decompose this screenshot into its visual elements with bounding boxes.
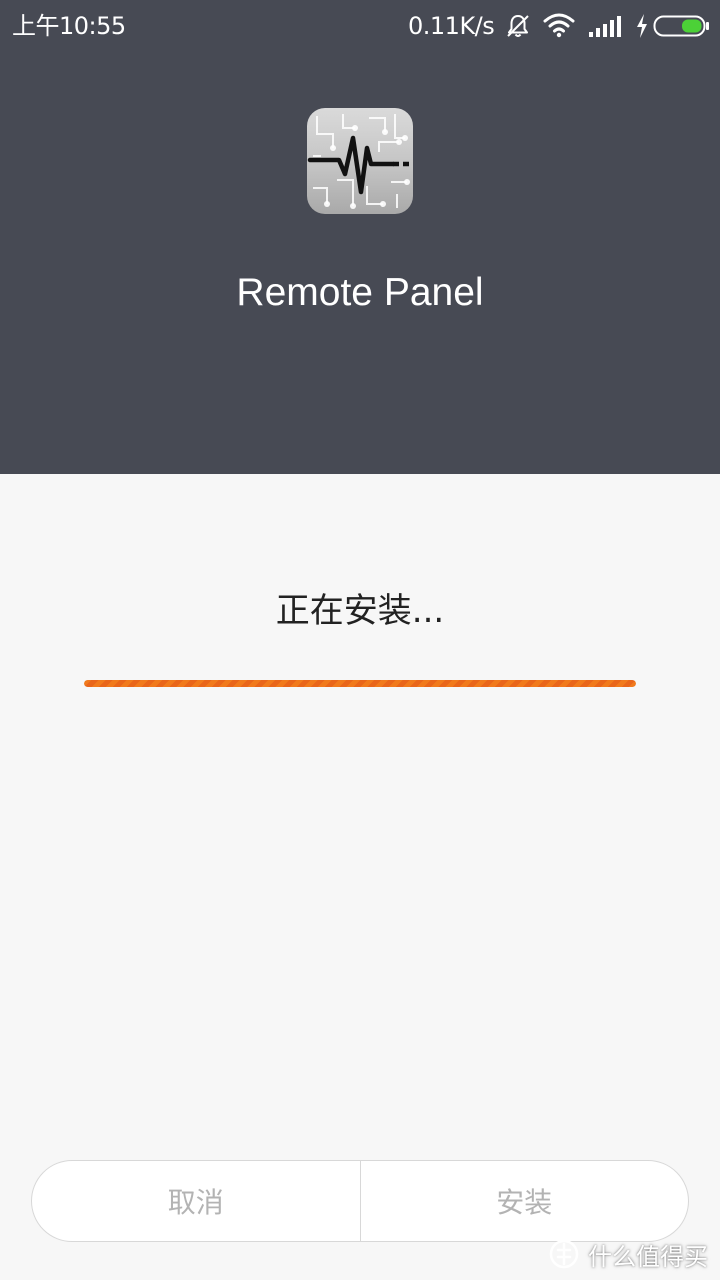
app-name: Remote Panel — [236, 271, 484, 314]
app-header: 上午10:55 0.11K/s Remote Panel — [0, 0, 720, 474]
charging-icon — [637, 14, 647, 38]
bell-muted-icon — [507, 15, 529, 37]
install-progress-bar — [84, 680, 636, 687]
install-button[interactable]: 安装 — [361, 1161, 689, 1241]
status-time: 上午10:55 — [12, 12, 126, 40]
install-status-text: 正在安装... — [275, 591, 445, 631]
status-bar: 上午10:55 0.11K/s — [0, 0, 720, 52]
watermark-text: 什么值得买 — [588, 1242, 708, 1271]
watermark: 什么值得买 — [548, 1236, 708, 1272]
install-progress-fill — [84, 680, 636, 687]
signal-icon — [589, 16, 621, 37]
network-speed: 0.11K/s — [408, 12, 495, 40]
app-icon — [307, 108, 413, 214]
cancel-button[interactable]: 取消 — [32, 1161, 360, 1241]
smzdm-logo — [549, 1239, 579, 1269]
wifi-icon — [543, 13, 575, 38]
battery-icon — [653, 15, 709, 37]
action-bar: 取消 安装 — [31, 1160, 689, 1242]
